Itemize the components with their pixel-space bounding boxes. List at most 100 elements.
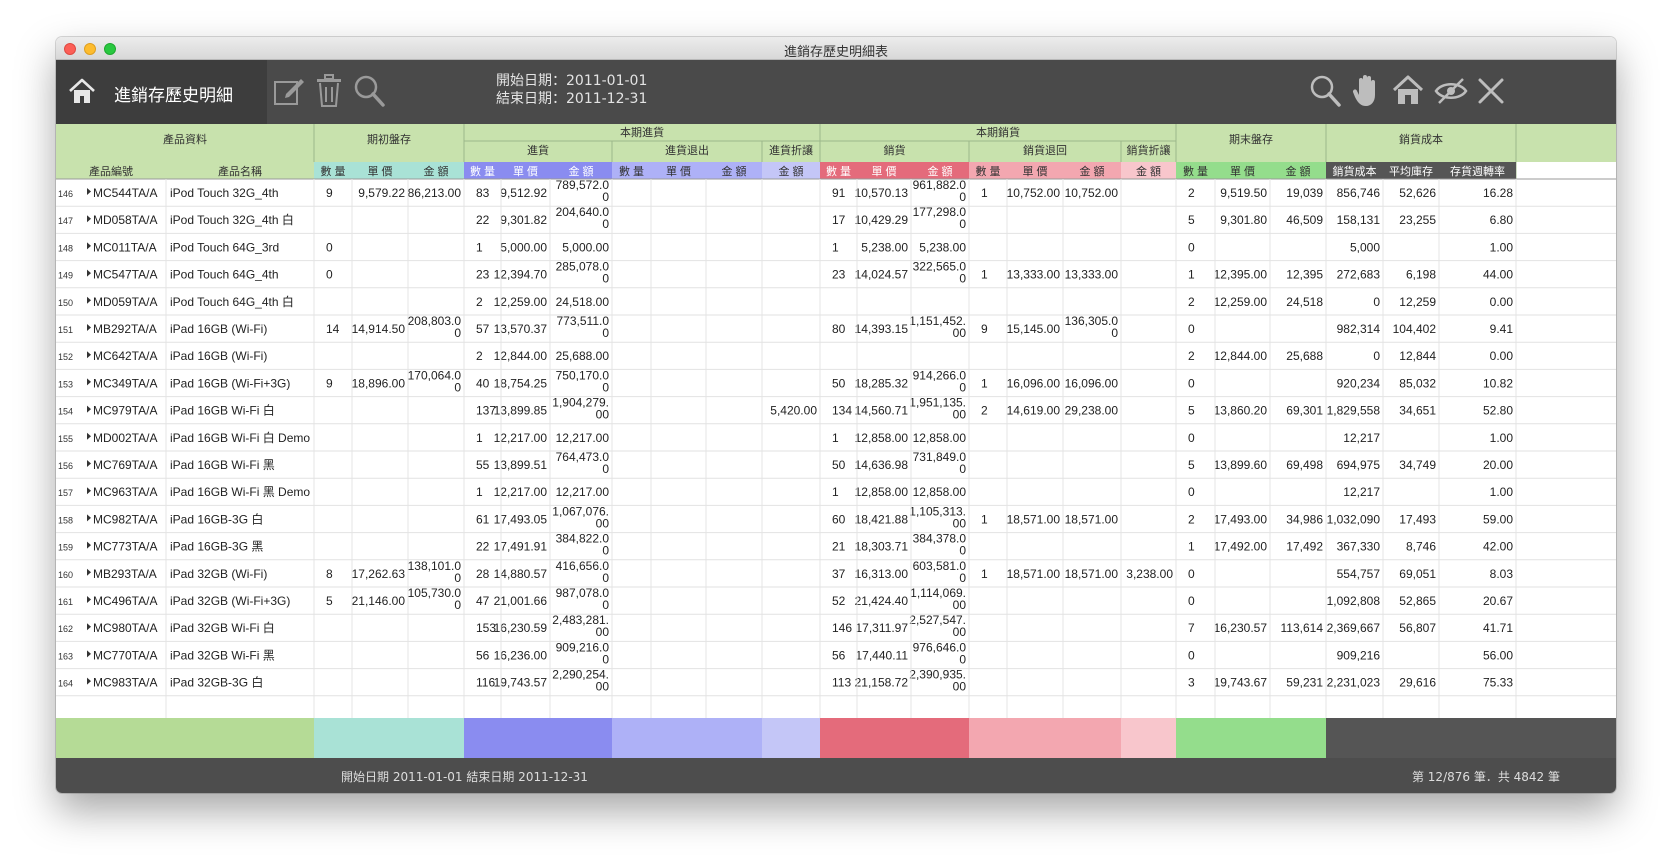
product-name: iPod Touch 64G_3rd [170, 240, 279, 254]
table-row[interactable]: MC980TA/A iPad 32GB Wi-Fi 白 15316,230.592,… [56, 613, 1616, 642]
row-number: 164 [58, 679, 73, 689]
data-cell: 0.00 [1490, 349, 1514, 363]
expand-row-icon[interactable] [87, 351, 91, 359]
expand-row-icon[interactable] [87, 242, 91, 250]
expand-row-icon[interactable] [87, 487, 91, 495]
expand-row-icon[interactable] [87, 269, 91, 277]
data-cell: 29,238.00 [1065, 404, 1119, 418]
data-cell: 59.00 [1483, 512, 1513, 526]
data-cell: 47 [476, 594, 490, 608]
table-row[interactable]: MC770TA/A iPad 32GB Wi-Fi 黑 56 16,236.00 909… [56, 640, 1616, 670]
home-icon[interactable] [1392, 74, 1424, 106]
column-header: 數 量 [619, 165, 644, 178]
data-cell: 1 [1188, 268, 1195, 282]
table-row[interactable]: MC642TA/A iPad 16GB (Wi-Fi) 2 12,844.00 25,6… [56, 349, 1616, 370]
amount-cell: 204,640.0 [556, 205, 610, 219]
data-cell: 5,000.00 [500, 240, 547, 254]
table-row[interactable]: MC773TA/A iPad 16GB-3G 黑 22 17,491.91 384,82… [56, 532, 1616, 561]
column-header: 數 量 [975, 165, 1000, 178]
expand-row-icon[interactable] [87, 188, 91, 195]
trash-icon[interactable] [314, 74, 344, 108]
search-icon[interactable] [352, 73, 386, 109]
data-cell: 0 [1188, 431, 1195, 445]
subgroup-header: 銷貨折讓 [1127, 143, 1171, 157]
expand-row-icon[interactable] [87, 215, 91, 223]
amount-cell: 00 [953, 516, 967, 530]
expand-row-icon[interactable] [87, 541, 91, 549]
data-cell: 69,498 [1286, 458, 1323, 472]
table-row[interactable]: MD058TA/A iPod Touch 32G_4th 白 22 9,301.82 2… [56, 205, 1616, 234]
home-icon[interactable] [68, 77, 96, 105]
amount-cell: 0 [602, 190, 609, 204]
table-row[interactable]: MC979TA/A iPad 16GB Wi-Fi 白 13713,899.851,… [56, 396, 1616, 425]
data-cell: 9,519.50 [1220, 186, 1267, 200]
data-cell: 19,743.67 [1214, 676, 1268, 690]
expand-row-icon[interactable] [87, 405, 91, 413]
product-name: iPad 16GB-3G 白 [170, 511, 263, 526]
data-cell: 5,238.00 [861, 240, 908, 254]
expand-row-icon[interactable] [87, 650, 91, 658]
data-cell: 69,301 [1286, 404, 1323, 418]
data-cell: 10,570.13 [855, 186, 909, 200]
amount-cell: 976,646.0 [913, 640, 967, 654]
hide-icon[interactable] [1434, 76, 1468, 106]
data-cell: 1.00 [1490, 485, 1514, 499]
data-cell: 14,560.71 [855, 404, 909, 418]
expand-row-icon[interactable] [87, 296, 91, 304]
column-header: 金 額 [568, 164, 593, 178]
column-header: 單 價 [871, 164, 896, 178]
data-cell: 12,844.00 [1214, 349, 1268, 363]
data-cell: 5,420.00 [770, 404, 817, 418]
data-cell: 44.00 [1483, 268, 1513, 282]
table-row[interactable]: MC544TA/A iPod Touch 32G_4th 9 9,579.22 86,2… [56, 178, 1616, 207]
expand-row-icon[interactable] [87, 677, 91, 685]
data-cell: 13,899.85 [494, 404, 548, 418]
table-row[interactable]: MC349TA/A iPad 16GB (Wi-Fi+3G) 9 18,896.001… [56, 368, 1616, 398]
search-icon[interactable] [1308, 73, 1342, 109]
amount-cell: 384,378.0 [913, 532, 967, 546]
edit-icon[interactable] [272, 74, 306, 108]
data-cell: 0 [1188, 567, 1195, 581]
table-row[interactable]: MC963TA/A iPad 16GB Wi-Fi 黑 Demo 1 12,217.0… [56, 485, 1616, 506]
expand-row-icon[interactable] [87, 324, 91, 331]
table-row[interactable]: MC982TA/A iPad 16GB-3G 白 61 17,493.051,067,… [56, 504, 1616, 534]
expand-row-icon[interactable] [87, 568, 91, 576]
expand-row-icon[interactable] [87, 460, 91, 467]
expand-row-icon[interactable] [87, 514, 91, 522]
data-cell: 146 [832, 621, 852, 635]
title-bar: 進銷存歷史明細表 [56, 37, 1616, 60]
amount-cell: 170,064.0 [408, 368, 462, 382]
table-row[interactable]: MC983TA/A iPad 32GB-3G 白 11619,743.572,290… [56, 668, 1616, 697]
hand-icon[interactable] [1352, 72, 1382, 108]
data-cell: 9 [326, 186, 333, 200]
close-icon[interactable] [1476, 76, 1506, 106]
data-cell: 272,683 [1337, 268, 1381, 282]
table-row[interactable]: MD002TA/A iPad 16GB Wi-Fi 白 Demo 1 12,217.0… [56, 430, 1616, 452]
summary-band [820, 718, 969, 758]
amount-cell: 177,298.0 [913, 205, 967, 219]
amount-cell: 914,266.0 [913, 368, 967, 382]
data-cell: 909,216 [1337, 648, 1381, 662]
column-header: 數 量 [470, 165, 495, 178]
data-cell: 14,914.50 [352, 322, 406, 336]
end-date-label: 結束日期：2011-12-31 [496, 91, 648, 107]
table-row[interactable]: MC769TA/A iPad 16GB Wi-Fi 黑 55 13,899.51 764… [56, 450, 1616, 479]
data-cell: 25,688.00 [556, 349, 610, 363]
table-row[interactable]: MC547TA/A iPod Touch 64G_4th 0 23 12,394.70 2… [56, 260, 1616, 289]
product-code: MD058TA/A [93, 213, 157, 227]
record-counter: 第 12/876 筆．共 4842 筆 [1411, 770, 1560, 784]
amount-cell: 789,572.0 [556, 178, 610, 192]
data-cell: 60 [832, 512, 846, 526]
expand-row-icon[interactable] [87, 432, 91, 440]
table-row[interactable]: MC011TA/A iPod Touch 64G_3rd 0 1 5,000.00 5,0… [56, 240, 1616, 262]
table-row[interactable]: MB292TA/A iPad 16GB (Wi-Fi) 14 14,914.50208… [56, 314, 1616, 343]
expand-row-icon[interactable] [87, 378, 91, 386]
table-row[interactable]: MC496TA/A iPad 32GB (Wi-Fi+3G) 5 21,146.001… [56, 586, 1616, 615]
column-header: 金 額 [423, 164, 448, 178]
expand-row-icon[interactable] [87, 623, 91, 631]
subgroup-header: 進貨退出 [665, 143, 709, 157]
table-row[interactable]: MD059TA/A iPod Touch 64G_4th 白 2 12,259.00 2… [56, 294, 1616, 316]
table-row[interactable]: MB293TA/A iPad 32GB (Wi-Fi) 8 17,262.63138,… [56, 559, 1616, 588]
expand-row-icon[interactable] [87, 596, 91, 603]
column-header: 金 額 [1285, 164, 1310, 178]
